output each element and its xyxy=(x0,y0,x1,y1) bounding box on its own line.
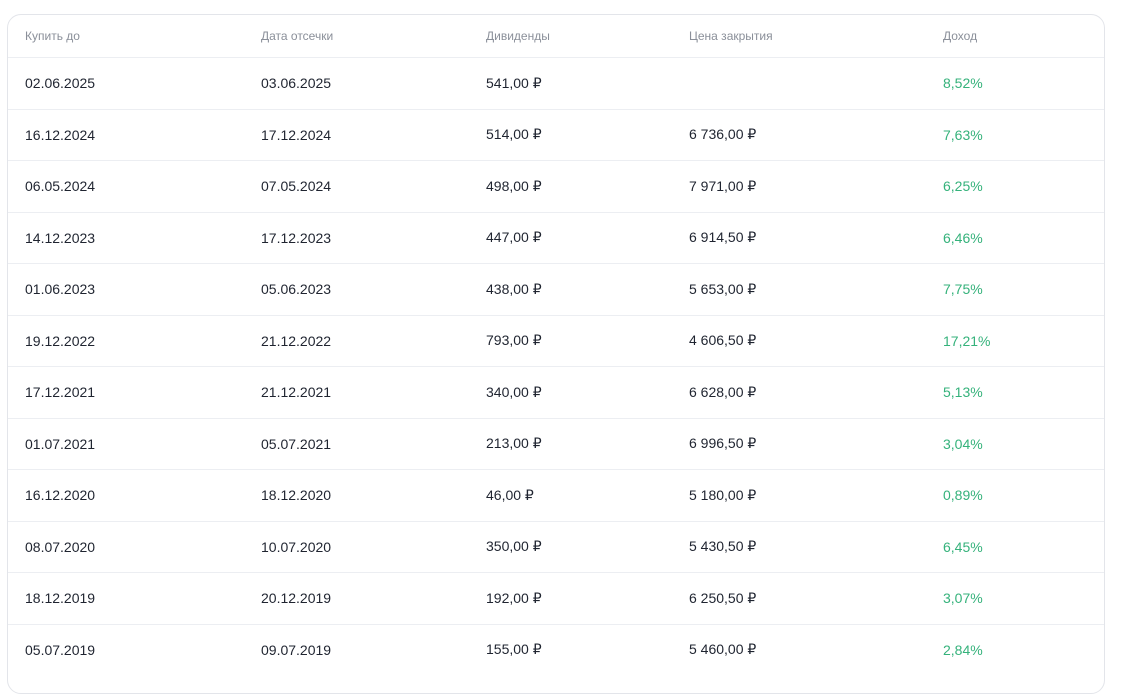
cell-yield: 6,46% xyxy=(943,229,983,246)
cell-dividend: 340,00 ₽ xyxy=(486,383,542,400)
cell-dividend: 192,00 ₽ xyxy=(486,589,542,606)
table-row: 18.12.2019 20.12.2019 192,00 ₽ 6 250,50 ₽ 3,… xyxy=(8,572,1104,624)
cell-yield: 5,13% xyxy=(943,384,983,401)
cell-dividend: 350,00 ₽ xyxy=(486,538,542,555)
table-row: 17.12.2021 21.12.2021 340,00 ₽ 6 628,00 ₽ 5,… xyxy=(8,366,1104,418)
cell-yield: 3,04% xyxy=(943,435,983,452)
cell-yield: 6,25% xyxy=(943,178,983,195)
table-row: 08.07.2020 10.07.2020 350,00 ₽ 5 430,50 ₽ 6,… xyxy=(8,520,1104,573)
header-record-date[interactable]: Дата отсечки xyxy=(261,15,333,57)
cell-buy-before: 06.05.2024 xyxy=(25,178,96,195)
table-row: 16.12.2024 17.12.2024 514,00 ₽ 6 736,00 ₽ 7,… xyxy=(8,108,1104,161)
table-body: 02.06.2025 03.06.2025 541,00 ₽ 8,52% 16.12.2… xyxy=(8,57,1104,675)
cell-record-date: 20.12.2019 xyxy=(261,590,332,607)
table-row: 16.12.2020 18.12.2020 46,00 ₽ 5 180,00 ₽ 0,8… xyxy=(8,469,1104,521)
cell-dividend: 514,00 ₽ xyxy=(486,126,542,143)
cell-record-date: 18.12.2020 xyxy=(261,487,332,504)
cell-dividend: 541,00 ₽ xyxy=(486,74,542,91)
cell-buy-before: 18.12.2019 xyxy=(25,590,96,607)
cell-yield: 7,75% xyxy=(943,281,983,298)
cell-dividend: 793,00 ₽ xyxy=(486,332,542,349)
cell-close-price: 6 736,00 ₽ xyxy=(689,126,757,143)
cell-record-date: 17.12.2023 xyxy=(261,229,332,246)
cell-record-date: 21.12.2021 xyxy=(261,384,332,401)
cell-yield: 2,84% xyxy=(943,641,983,658)
cell-dividend: 213,00 ₽ xyxy=(486,435,542,452)
cell-buy-before: 19.12.2022 xyxy=(25,332,96,349)
header-buy-before[interactable]: Купить до xyxy=(25,15,80,57)
cell-buy-before: 02.06.2025 xyxy=(25,75,96,92)
cell-record-date: 07.05.2024 xyxy=(261,178,332,195)
dividends-table: Купить до Дата отсечки Дивиденды Цена за… xyxy=(7,14,1105,694)
cell-buy-before: 01.06.2023 xyxy=(25,281,96,298)
cell-yield: 17,21% xyxy=(943,332,991,349)
cell-dividend: 46,00 ₽ xyxy=(486,486,534,503)
cell-close-price: 5 430,50 ₽ xyxy=(689,538,757,555)
cell-close-price: 5 653,00 ₽ xyxy=(689,280,757,297)
cell-buy-before: 16.12.2024 xyxy=(25,126,96,143)
cell-record-date: 05.07.2021 xyxy=(261,435,332,452)
cell-record-date: 21.12.2022 xyxy=(261,332,332,349)
cell-dividend: 447,00 ₽ xyxy=(486,229,542,246)
cell-buy-before: 05.07.2019 xyxy=(25,641,96,658)
header-close-price[interactable]: Цена закрытия xyxy=(689,15,773,57)
cell-close-price: 6 250,50 ₽ xyxy=(689,589,757,606)
table-row: 01.07.2021 05.07.2021 213,00 ₽ 6 996,50 ₽ 3,… xyxy=(8,417,1104,470)
cell-buy-before: 17.12.2021 xyxy=(25,384,96,401)
cell-close-price: 5 180,00 ₽ xyxy=(689,486,757,503)
cell-yield: 6,45% xyxy=(943,538,983,555)
cell-yield: 0,89% xyxy=(943,487,983,504)
cell-record-date: 05.06.2023 xyxy=(261,281,332,298)
cell-close-price: 4 606,50 ₽ xyxy=(689,332,757,349)
cell-record-date: 17.12.2024 xyxy=(261,126,332,143)
cell-buy-before: 14.12.2023 xyxy=(25,229,96,246)
cell-yield: 8,52% xyxy=(943,75,983,92)
cell-yield: 3,07% xyxy=(943,590,983,607)
cell-dividend: 438,00 ₽ xyxy=(486,280,542,297)
cell-dividend: 155,00 ₽ xyxy=(486,641,542,658)
header-dividends[interactable]: Дивиденды xyxy=(486,15,550,57)
cell-record-date: 09.07.2019 xyxy=(261,641,332,658)
table-row: 02.06.2025 03.06.2025 541,00 ₽ 8,52% xyxy=(8,57,1104,109)
cell-close-price: 5 460,00 ₽ xyxy=(689,641,757,658)
table-row: 19.12.2022 21.12.2022 793,00 ₽ 4 606,50 ₽ 17… xyxy=(8,314,1104,367)
cell-close-price: 6 996,50 ₽ xyxy=(689,435,757,452)
cell-yield: 7,63% xyxy=(943,126,983,143)
table-row: 01.06.2023 05.06.2023 438,00 ₽ 5 653,00 ₽ 7,… xyxy=(8,263,1104,315)
cell-buy-before: 16.12.2020 xyxy=(25,487,96,504)
cell-record-date: 10.07.2020 xyxy=(261,538,332,555)
table-row: 05.07.2019 09.07.2019 155,00 ₽ 5 460,00 ₽ 2,… xyxy=(8,623,1104,676)
cell-buy-before: 08.07.2020 xyxy=(25,538,96,555)
cell-close-price: 6 628,00 ₽ xyxy=(689,383,757,400)
cell-close-price: 7 971,00 ₽ xyxy=(689,177,757,194)
cell-close-price: 6 914,50 ₽ xyxy=(689,229,757,246)
table-row: 14.12.2023 17.12.2023 447,00 ₽ 6 914,50 ₽ 6,… xyxy=(8,211,1104,264)
cell-buy-before: 01.07.2021 xyxy=(25,435,96,452)
cell-dividend: 498,00 ₽ xyxy=(486,177,542,194)
header-yield[interactable]: Доход xyxy=(943,15,977,57)
table-row: 06.05.2024 07.05.2024 498,00 ₽ 7 971,00 ₽ 6,… xyxy=(8,160,1104,212)
table-header: Купить до Дата отсечки Дивиденды Цена за… xyxy=(8,15,1104,57)
cell-record-date: 03.06.2025 xyxy=(261,75,332,92)
